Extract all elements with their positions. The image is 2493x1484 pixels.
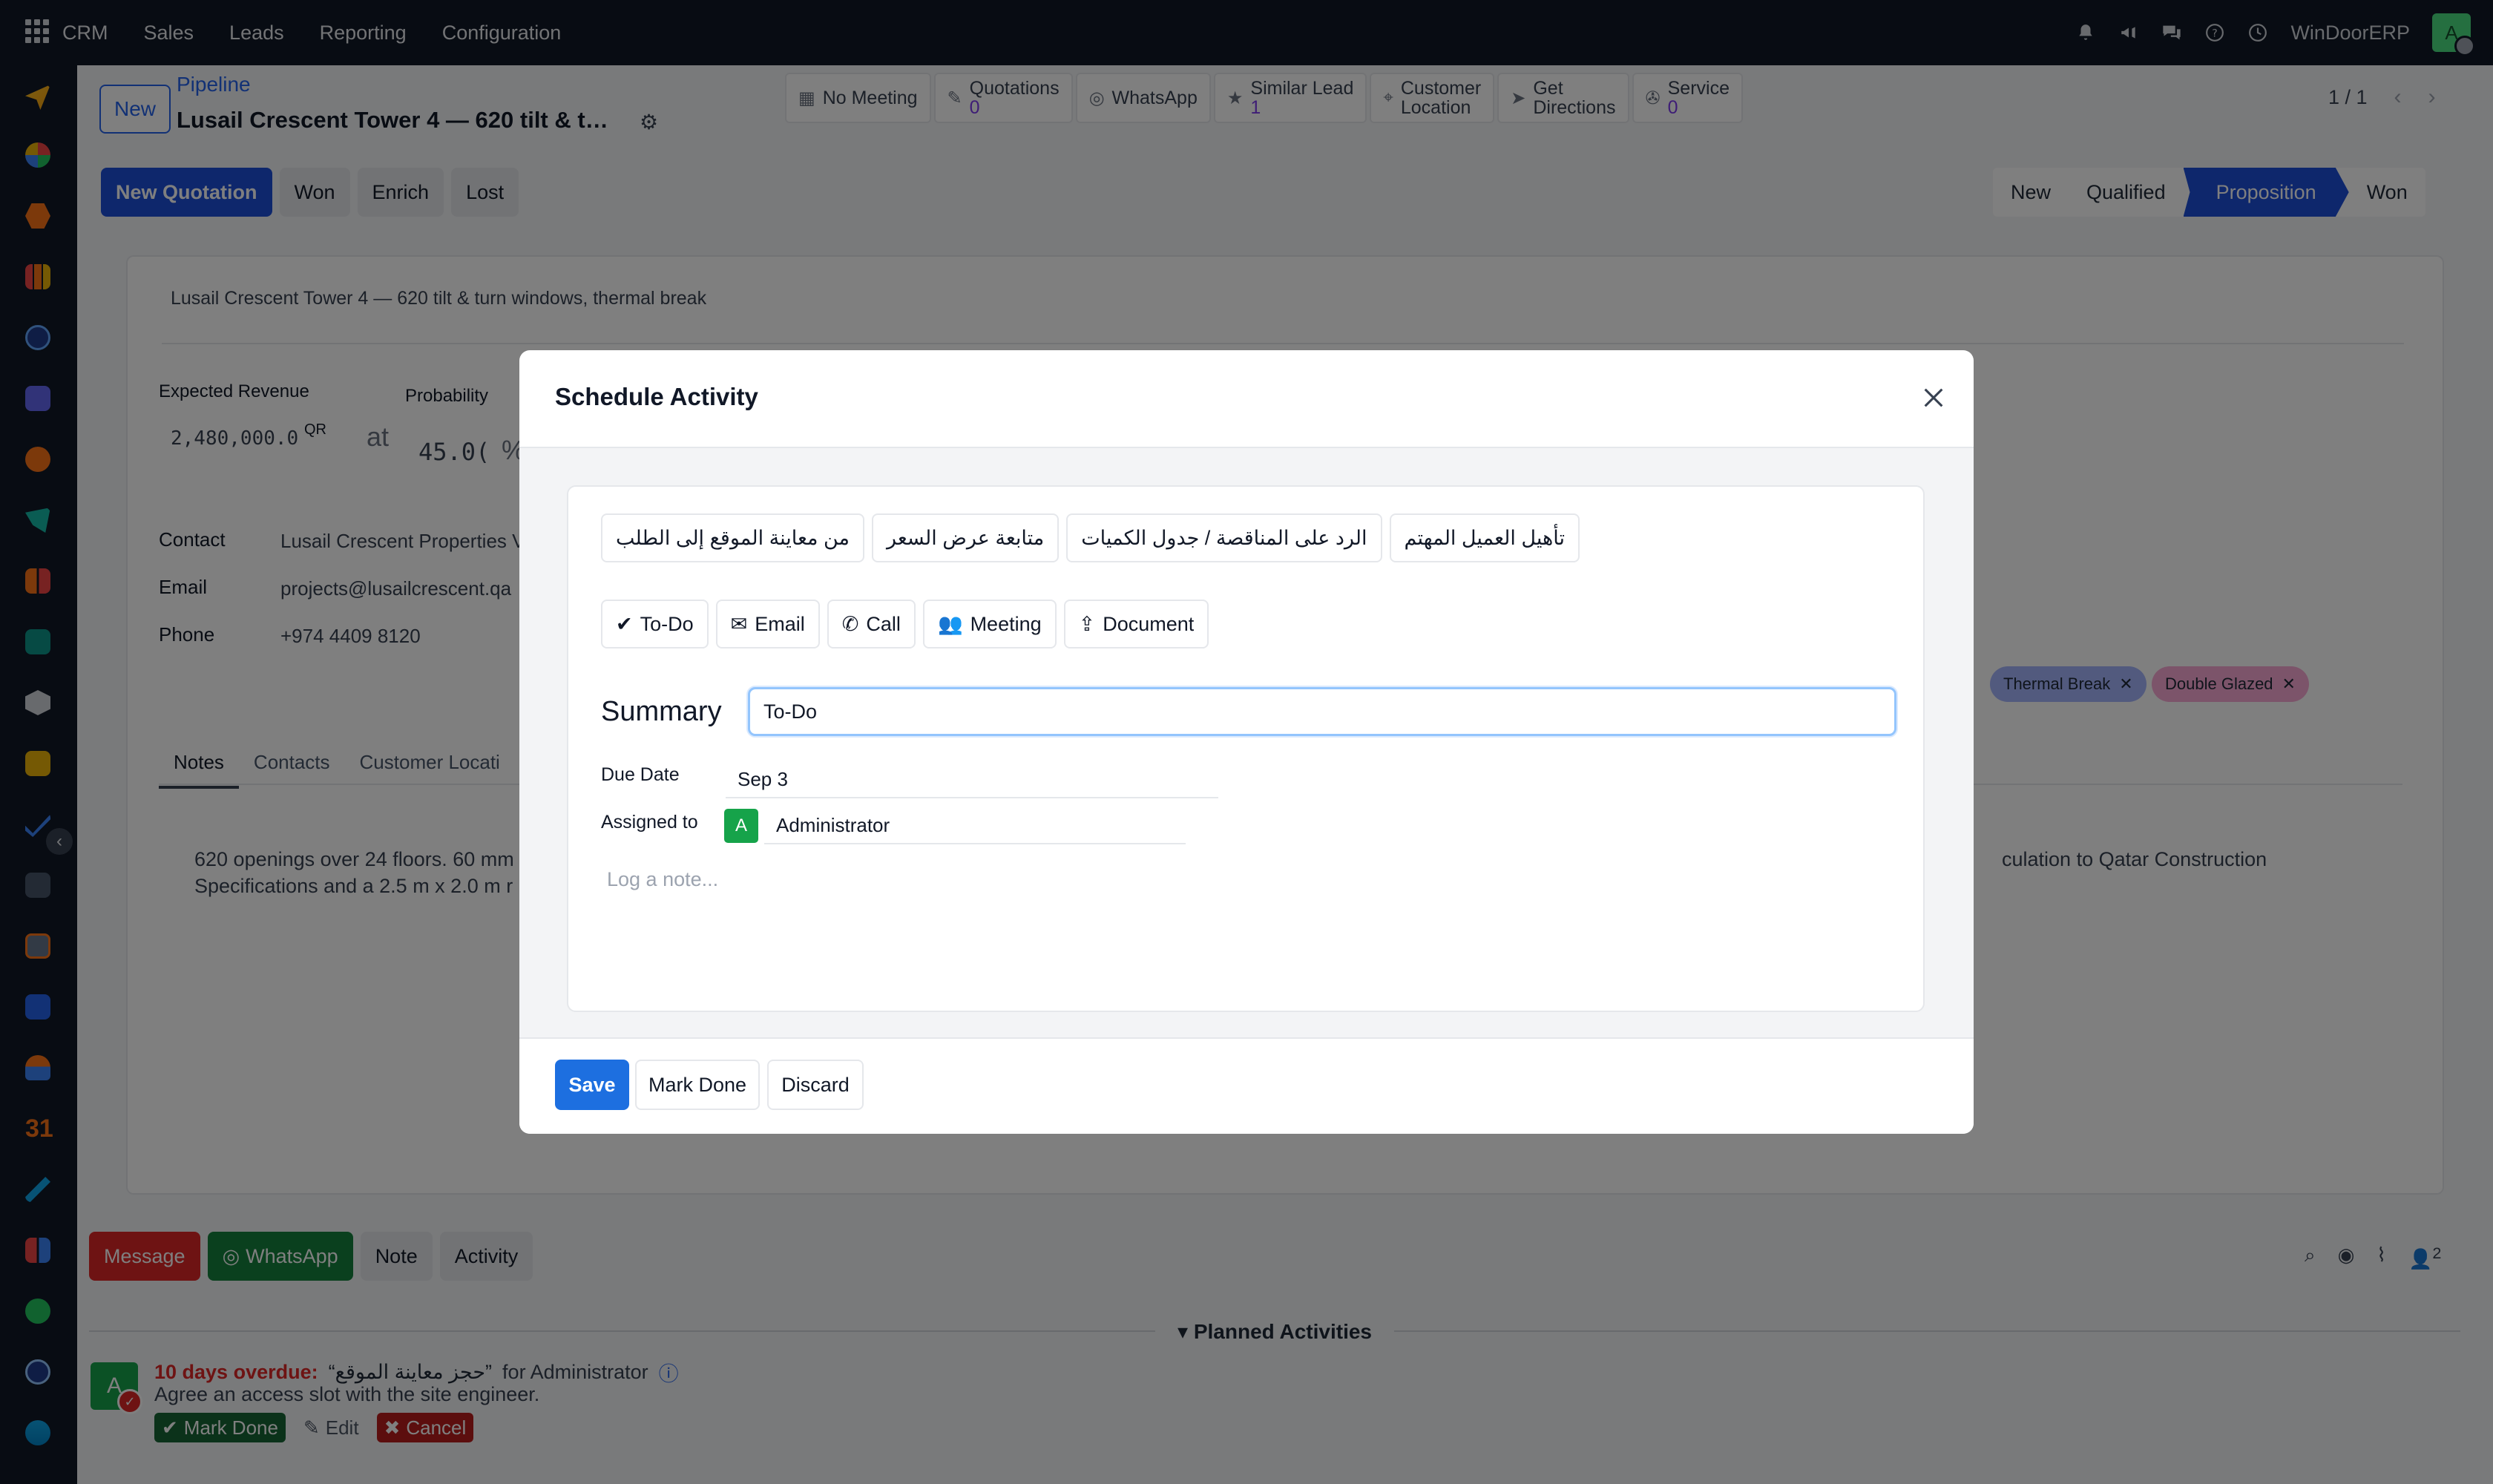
check-icon: ✔: [616, 612, 633, 635]
due-date-input[interactable]: Sep 3: [726, 761, 1218, 798]
dialog-body: من معاينة الموقع إلى الطلب متابعة عرض ال…: [519, 448, 1974, 1037]
plan-tender-boq-response[interactable]: الرد على المناقصة / جدول الكميات: [1066, 513, 1382, 562]
summary-input[interactable]: To-Do: [748, 687, 1896, 736]
type-call-button[interactable]: ✆ Call: [827, 600, 916, 649]
mark-done-button[interactable]: Mark Done: [635, 1060, 760, 1110]
users-icon: 👥: [937, 613, 963, 635]
due-date-label: Due Date: [601, 764, 680, 785]
save-button[interactable]: Save: [555, 1060, 629, 1110]
avatar: A: [724, 809, 758, 843]
activity-type-selector: ✔ To-Do ✉ Email ✆ Call 👥 Meeting ⇪ Document: [601, 600, 1209, 649]
plan-site-visit-to-order[interactable]: من معاينة الموقع إلى الطلب: [601, 513, 864, 562]
activity-form-card: من معاينة الموقع إلى الطلب متابعة عرض ال…: [567, 485, 1925, 1012]
schedule-activity-dialog: Schedule Activity من معاينة الموقع إلى ا…: [519, 350, 1974, 1134]
upload-icon: ⇪: [1078, 612, 1096, 635]
type-todo-button[interactable]: ✔ To-Do: [601, 600, 709, 649]
assigned-to-label: Assigned to: [601, 812, 698, 833]
close-icon[interactable]: [1913, 377, 1954, 418]
dialog-header: Schedule Activity: [519, 350, 1974, 448]
type-document-button[interactable]: ⇪ Document: [1063, 600, 1209, 649]
activity-plan-suggestions: من معاينة الموقع إلى الطلب متابعة عرض ال…: [601, 513, 1580, 562]
type-email-button[interactable]: ✉ Email: [715, 600, 820, 649]
assigned-to-input[interactable]: Administrator: [764, 807, 1186, 844]
discard-button[interactable]: Discard: [767, 1060, 864, 1110]
type-meeting-button[interactable]: 👥 Meeting: [922, 600, 1057, 649]
phone-icon: ✆: [841, 612, 859, 635]
summary-label: Summary: [601, 696, 722, 727]
plan-quotation-followup[interactable]: متابعة عرض السعر: [872, 513, 1060, 562]
envelope-icon: ✉: [730, 612, 748, 635]
dialog-title: Schedule Activity: [555, 383, 758, 410]
plan-qualify-lead[interactable]: تأهيل العميل المهتم: [1389, 513, 1580, 562]
note-input[interactable]: Log a note...: [607, 868, 718, 891]
